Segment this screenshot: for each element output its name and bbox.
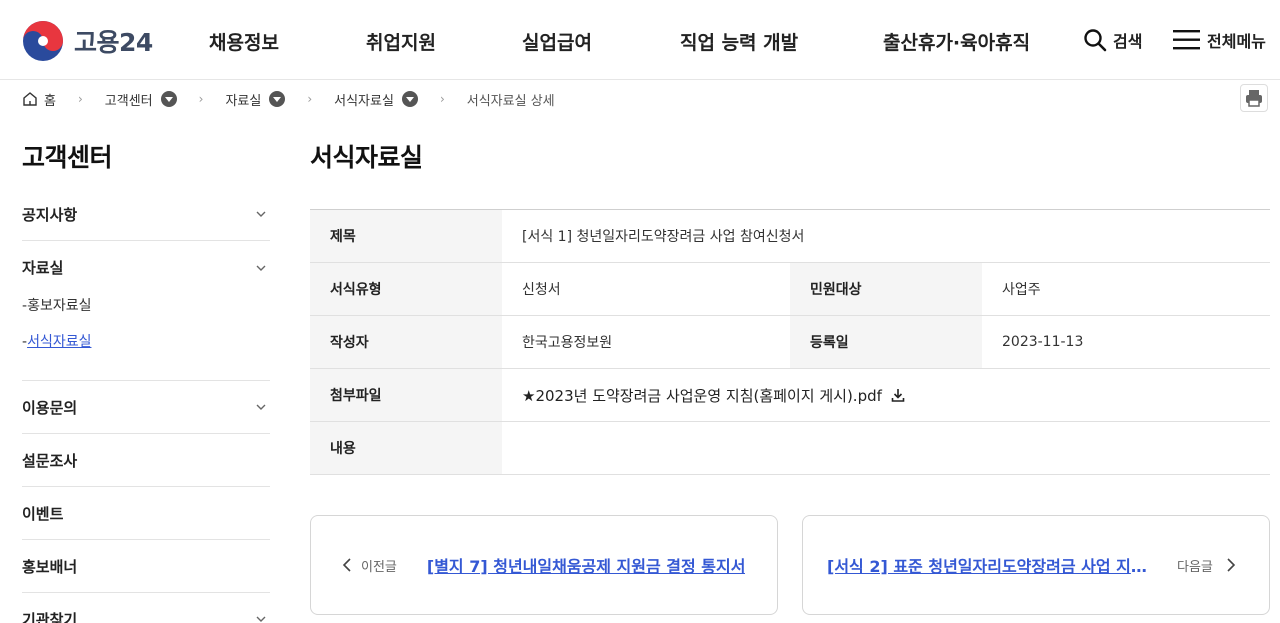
sidebar-item-label: 홍보배너 — [22, 557, 78, 576]
sidebar: 고객센터 공지사항 자료실 -홍보자료실 -서식자료실 이용문의 설문조사 이벤… — [22, 140, 270, 623]
dropdown-icon[interactable] — [269, 91, 286, 107]
sidebar-item-inquiry[interactable]: 이용문의 — [22, 381, 270, 434]
nav-parental-leave[interactable]: 출산휴가·육아휴직 — [883, 28, 1030, 55]
content-label: 내용 — [310, 422, 502, 474]
home-icon — [23, 92, 37, 106]
sidebar-item-survey[interactable]: 설문조사 — [22, 434, 270, 487]
table-row: 제목 [서식 1] 청년일자리도약장려금 사업 참여신청서 — [310, 210, 1270, 263]
author-label: 작성자 — [310, 316, 502, 368]
chevron-right-icon — [1227, 558, 1236, 572]
attachment-link[interactable]: ★2023년 도약장려금 사업운영 지침(홈페이지 게시).pdf — [522, 385, 906, 406]
prev-label-wrap: 이전글 — [341, 556, 397, 575]
next-label-wrap: 다음글 — [1177, 556, 1237, 575]
table-row: 작성자 한국고용정보원 등록일 2023-11-13 — [310, 316, 1270, 369]
dropdown-icon[interactable] — [401, 91, 418, 107]
breadcrumb-forms-archive[interactable]: 서식자료실 — [334, 90, 418, 109]
chevron-down-icon — [256, 616, 266, 622]
subject-value: [서식 1] 청년일자리도약장려금 사업 참여신청서 — [522, 229, 805, 245]
table-row: 첨부파일 ★2023년 도약장려금 사업운영 지침(홈페이지 게시).pdf — [310, 369, 1270, 422]
sidebar-title: 고객센터 — [22, 143, 113, 172]
date-value: 2023-11-13 — [1002, 334, 1084, 350]
chevron-down-icon — [256, 265, 266, 271]
sidebar-item-label: 이용문의 — [22, 398, 78, 417]
form-type-value: 신청서 — [522, 282, 561, 298]
sidebar-item-label: 이벤트 — [22, 504, 64, 523]
nav-employment-support[interactable]: 취업지원 — [366, 28, 436, 55]
chevron-right-icon: › — [307, 92, 313, 106]
sidebar-subitem-label: 서식자료실 — [27, 334, 92, 350]
form-type-label: 서식유형 — [310, 263, 502, 315]
breadcrumb-archive[interactable]: 자료실 — [225, 90, 286, 109]
date-label: 등록일 — [790, 316, 982, 368]
nav-career-development[interactable]: 직업 능력 개발 — [680, 28, 798, 55]
target-label: 민원대상 — [790, 263, 982, 315]
sidebar-item-find-agency[interactable]: 기관찾기 — [22, 593, 270, 623]
next-post-link[interactable]: [서식 2] 표준 청년일자리도약장려금 사업 지원금 신청서 — [827, 553, 1147, 577]
sidebar-item-banner[interactable]: 홍보배너 — [22, 540, 270, 593]
breadcrumb-home[interactable]: 홈 — [22, 90, 56, 109]
breadcrumb-label: 고객센터 — [104, 93, 153, 109]
chevron-left-icon — [342, 558, 351, 572]
breadcrumb-home-label: 홈 — [44, 93, 56, 109]
breadcrumb: 홈 › 고객센터 › 자료실 › 서식자료실 › 서식자료실 상세 — [22, 88, 555, 110]
detail-table: 제목 [서식 1] 청년일자리도약장려금 사업 참여신청서 서식유형 신청서 민… — [310, 209, 1270, 475]
printer-icon — [1246, 90, 1262, 107]
table-row: 서식유형 신청서 민원대상 사업주 — [310, 263, 1270, 316]
subject-label: 제목 — [310, 210, 502, 262]
chevron-right-icon: › — [439, 92, 445, 106]
breadcrumb-label: 서식자료실 — [334, 93, 394, 109]
breadcrumb-current: 서식자료실 상세 — [466, 93, 555, 109]
sidebar-subitem-forms[interactable]: -서식자료실 — [22, 330, 270, 366]
hamburger-icon — [1173, 30, 1200, 50]
print-button[interactable] — [1240, 84, 1268, 112]
sidebar-item-label: 설문조사 — [22, 451, 78, 470]
all-menu-button[interactable]: 전체메뉴 — [1173, 28, 1266, 52]
prev-post-link[interactable]: [별지 7] 청년내일채움공제 지원금 결정 통지서 — [427, 553, 746, 577]
attachment-label: 첨부파일 — [310, 369, 502, 421]
target-value: 사업주 — [1002, 282, 1041, 298]
search-label: 검색 — [1113, 32, 1143, 51]
sidebar-item-archive[interactable]: 자료실 — [22, 241, 270, 294]
search-button[interactable]: 검색 — [1083, 28, 1142, 52]
sidebar-item-notice[interactable]: 공지사항 — [22, 188, 270, 241]
table-row: 내용 — [310, 422, 1270, 475]
attachment-filename: ★2023년 도약장려금 사업운영 지침(홈페이지 게시).pdf — [522, 386, 882, 405]
sidebar-subitem-promo[interactable]: -홍보자료실 — [22, 294, 270, 330]
nav-job-info[interactable]: 채용정보 — [209, 28, 279, 55]
breadcrumb-customer-center[interactable]: 고객센터 — [105, 90, 177, 109]
download-icon — [891, 389, 905, 402]
sidebar-item-label: 기관찾기 — [22, 610, 78, 623]
sidebar-menu: 공지사항 자료실 -홍보자료실 -서식자료실 이용문의 설문조사 이벤트 홍보배… — [22, 188, 270, 623]
next-post-box[interactable]: [서식 2] 표준 청년일자리도약장려금 사업 지원금 신청서 다음글 — [802, 515, 1270, 615]
prev-post-box[interactable]: 이전글 [별지 7] 청년내일채움공제 지원금 결정 통지서 — [310, 515, 778, 615]
chevron-right-icon: › — [77, 92, 83, 106]
logo[interactable]: 고용24 — [22, 20, 153, 62]
breadcrumb-label: 자료실 — [225, 93, 262, 109]
attachment-cell: ★2023년 도약장려금 사업운영 지침(홈페이지 게시).pdf — [502, 369, 1270, 421]
sidebar-subitem-label: 홍보자료실 — [27, 298, 92, 314]
chevron-down-icon — [256, 404, 266, 410]
sidebar-item-event[interactable]: 이벤트 — [22, 487, 270, 540]
author-value: 한국고용정보원 — [522, 335, 613, 351]
search-icon — [1084, 29, 1107, 52]
logo-icon — [23, 21, 63, 61]
page-title: 서식자료실 — [310, 143, 423, 172]
dropdown-icon[interactable] — [160, 91, 177, 107]
chevron-down-icon — [256, 211, 266, 217]
next-label: 다음글 — [1177, 559, 1213, 575]
all-menu-label: 전체메뉴 — [1207, 32, 1266, 51]
chevron-right-icon: › — [198, 92, 204, 106]
sidebar-submenu-archive: -홍보자료실 -서식자료실 — [22, 294, 270, 381]
prev-label: 이전글 — [361, 559, 397, 575]
header: 고용24 채용정보 취업지원 실업급여 직업 능력 개발 출산휴가·육아휴직 검… — [0, 0, 1280, 80]
logo-text: 고용24 — [74, 28, 153, 57]
nav-unemployment-benefit[interactable]: 실업급여 — [522, 28, 592, 55]
content-value — [502, 422, 1270, 474]
sidebar-item-label: 공지사항 — [22, 205, 78, 224]
sidebar-item-label: 자료실 — [22, 259, 64, 277]
